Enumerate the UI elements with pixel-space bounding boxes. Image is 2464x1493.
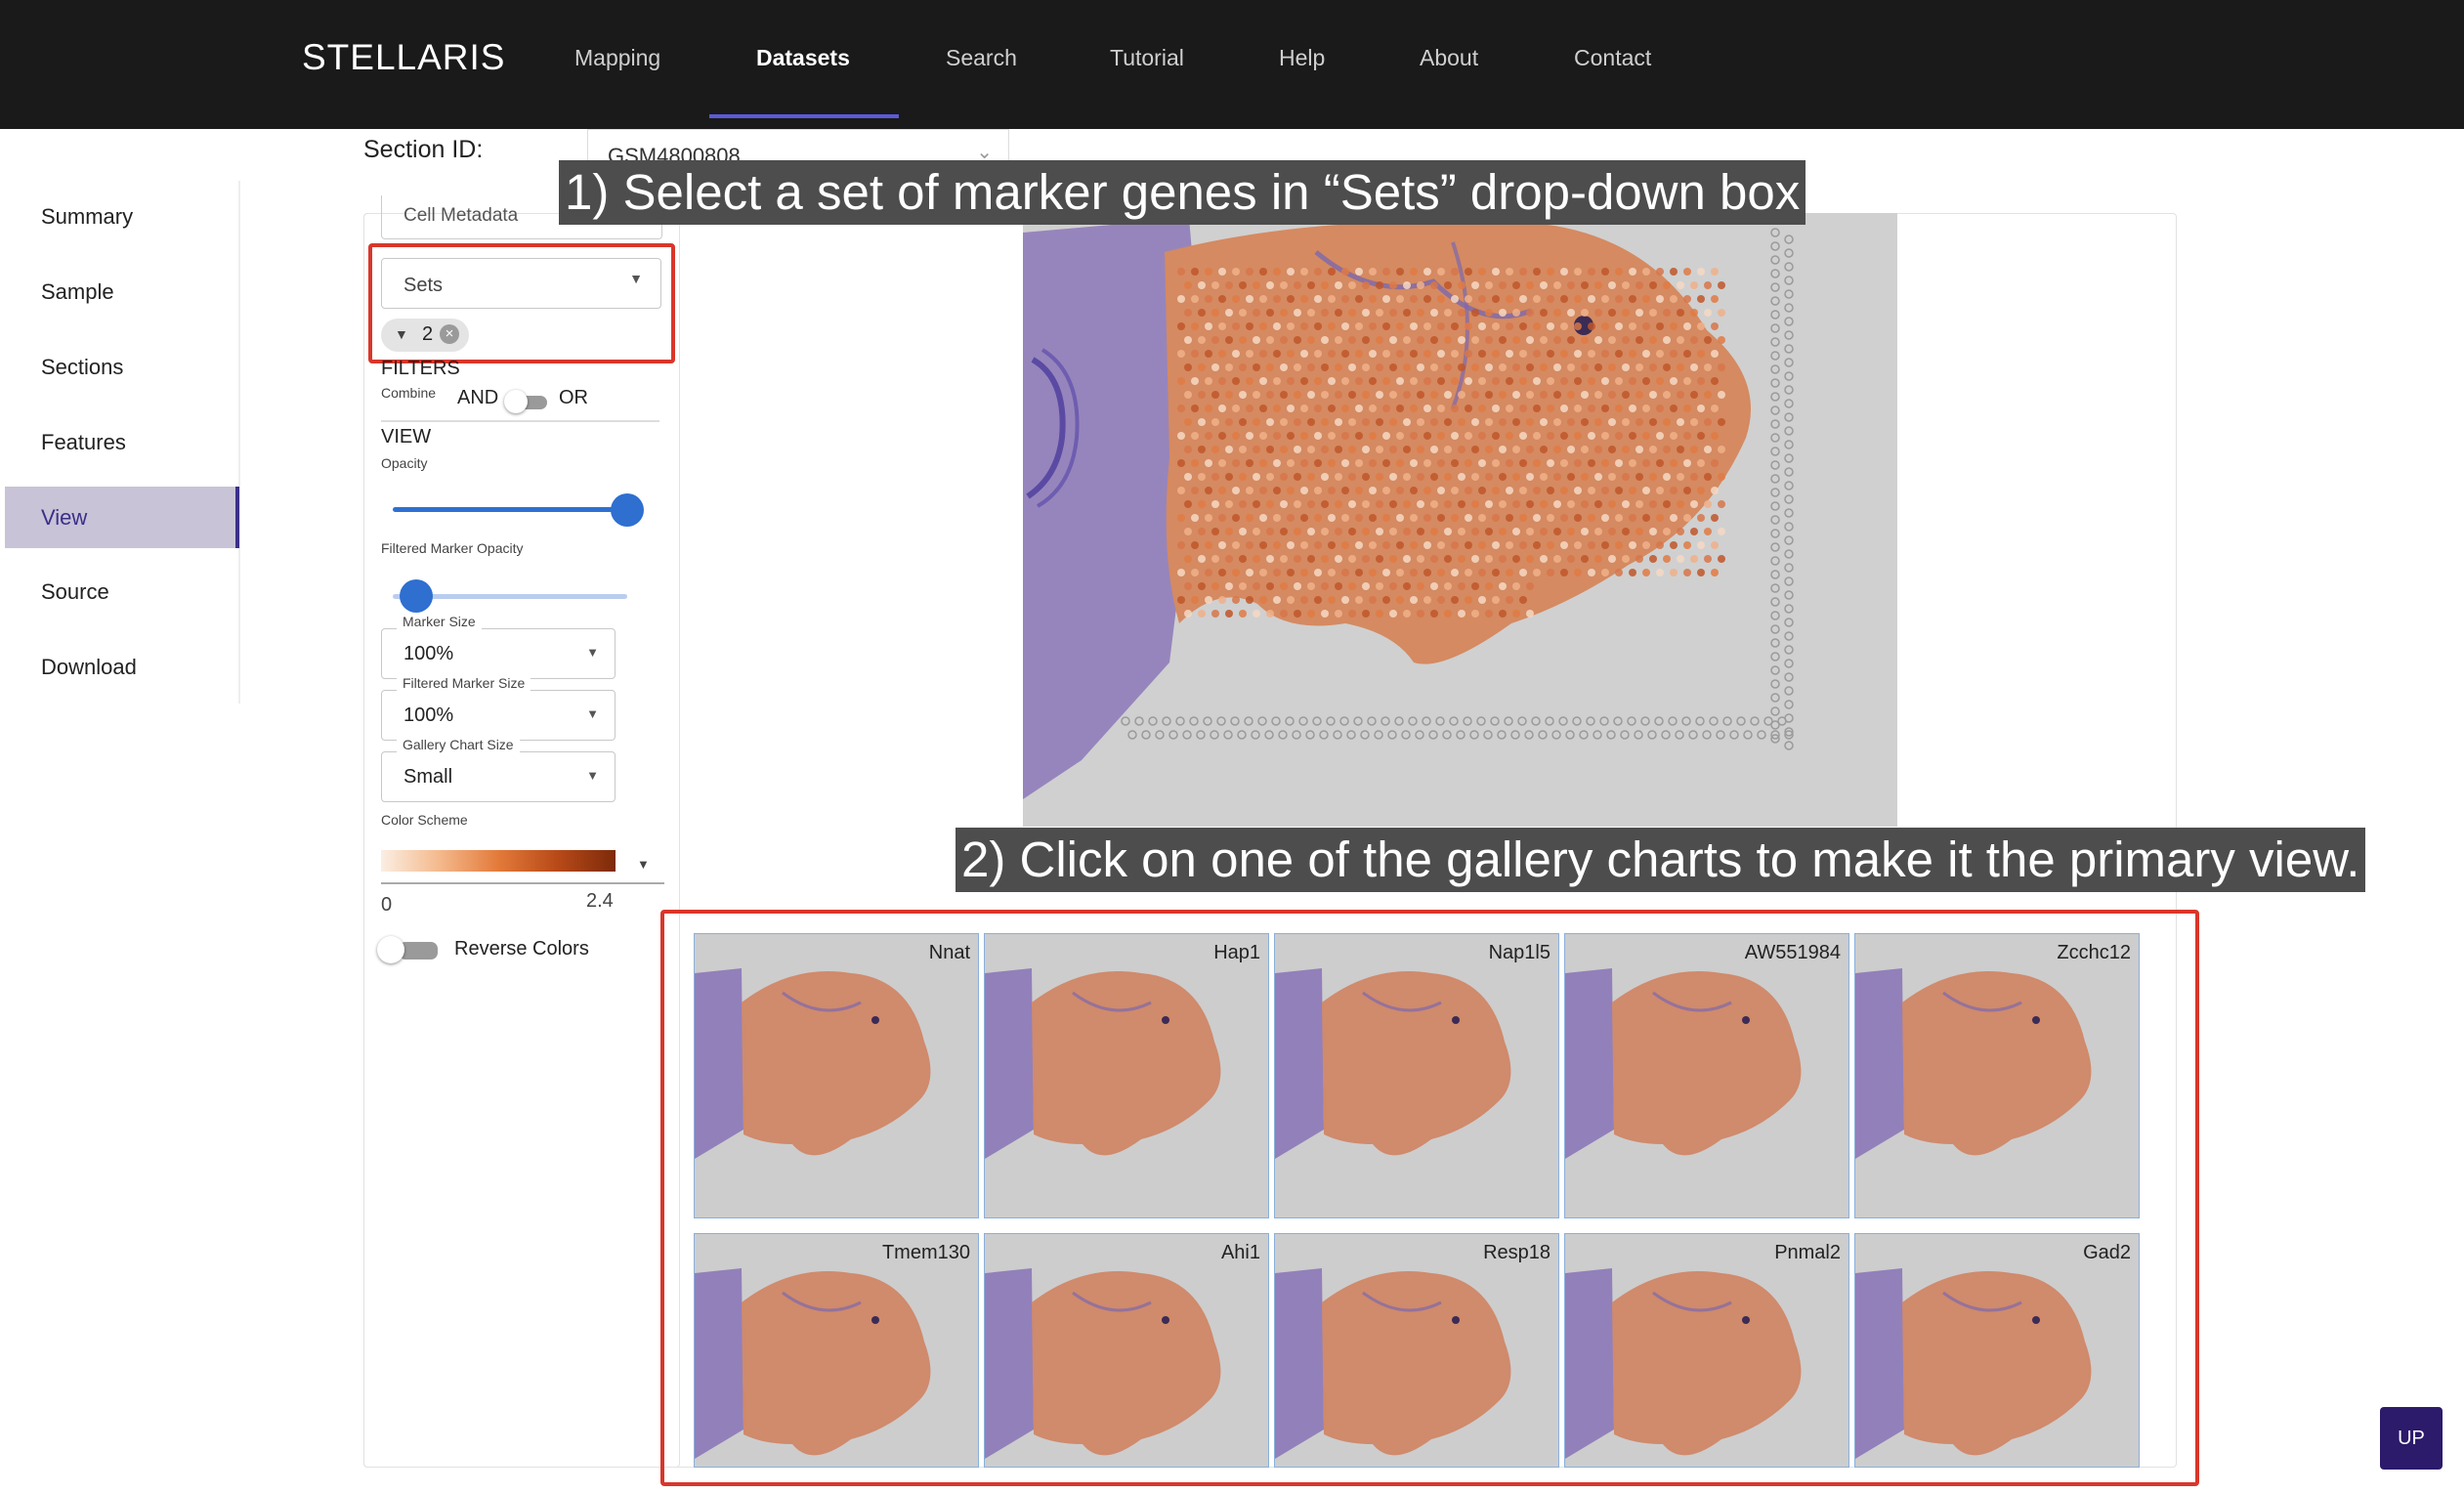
- cell-metadata-label: Cell Metadata: [404, 205, 519, 226]
- gallery-chart-gad2[interactable]: Gad2: [1854, 1233, 2140, 1468]
- nav-tutorial[interactable]: Tutorial: [1110, 45, 1184, 71]
- reverse-colors-toggle-knob[interactable]: [377, 936, 404, 963]
- gallery-tissue-thumbnail: [1275, 934, 1558, 1217]
- gallery-chart-zcchc12[interactable]: Zcchc12: [1854, 933, 2140, 1218]
- gallery-chart-title: AW551984: [1744, 942, 1841, 963]
- gallery-tissue-thumbnail: [985, 1234, 1268, 1467]
- gallery-chart-ahi1[interactable]: Ahi1: [984, 1233, 1269, 1468]
- sidebar: Summary Sample Sections Features View So…: [0, 181, 240, 704]
- gallery-chart-size-value: Small: [404, 766, 453, 788]
- sidebar-item-sections[interactable]: Sections: [41, 355, 123, 380]
- gallery-chart-nnat[interactable]: Nnat: [694, 933, 979, 1218]
- gallery-tissue-thumbnail: [1565, 934, 1848, 1217]
- sidebar-item-summary[interactable]: Summary: [41, 204, 133, 230]
- gallery-chart-title: Gad2: [2083, 1242, 2131, 1263]
- sidebar-item-source[interactable]: Source: [41, 579, 109, 605]
- gallery-chart-title: Nnat: [928, 942, 970, 963]
- gallery-tissue-thumbnail: [1855, 934, 2139, 1217]
- combine-label: Combine: [381, 385, 437, 401]
- filtered-marker-opacity-label: Filtered Marker Opacity: [381, 540, 524, 556]
- filters-divider: [381, 420, 659, 422]
- sidebar-active-highlight: [5, 487, 239, 548]
- brand-logo[interactable]: STELLARIS: [302, 37, 505, 78]
- annotation-highlight-sets: [368, 243, 675, 363]
- nav-active-indicator: [709, 114, 899, 118]
- nav-help[interactable]: Help: [1279, 45, 1325, 71]
- gallery-chart-title: Pnmal2: [1774, 1242, 1841, 1263]
- color-scheme-max: 2.4: [586, 890, 614, 912]
- tissue-spot-plot: [1023, 213, 1897, 827]
- gallery-tissue-thumbnail: [1565, 1234, 1848, 1467]
- primary-tissue-view[interactable]: [1023, 213, 1897, 827]
- top-navbar: STELLARIS Mapping Datasets Search Tutori…: [0, 0, 2464, 129]
- or-label: OR: [559, 387, 588, 408]
- filtered-marker-size-value: 100%: [404, 704, 454, 726]
- opacity-slider-track[interactable]: [393, 507, 627, 512]
- sidebar-item-features[interactable]: Features: [41, 430, 126, 455]
- gallery-chart-tmem130[interactable]: Tmem130: [694, 1233, 979, 1468]
- color-scheme-dropdown-icon[interactable]: ▼: [637, 857, 650, 872]
- gallery-chart-nap1l5[interactable]: Nap1l5: [1274, 933, 1559, 1218]
- sidebar-item-sample[interactable]: Sample: [41, 279, 114, 305]
- nav-mapping[interactable]: Mapping: [574, 45, 660, 71]
- color-scheme-label: Color Scheme: [381, 812, 468, 828]
- view-heading: VIEW: [381, 426, 432, 448]
- reverse-colors-toggle-track[interactable]: [399, 942, 438, 960]
- gallery-chart-title: Ahi1: [1220, 1242, 1260, 1263]
- color-scheme-gradient[interactable]: [381, 850, 616, 872]
- sidebar-item-download[interactable]: Download: [41, 655, 137, 680]
- annotation-step1: 1) Select a set of marker genes in “Sets…: [559, 160, 1806, 225]
- gallery-chart-size-select[interactable]: Small ▼: [381, 751, 616, 802]
- gallery-tissue-thumbnail: [1855, 1234, 2139, 1467]
- dropdown-arrow-icon: ▼: [586, 768, 599, 783]
- gallery-chart-aw551984[interactable]: AW551984: [1564, 933, 1849, 1218]
- marker-size-select[interactable]: 100% ▼: [381, 628, 616, 679]
- dropdown-arrow-icon: ▼: [586, 706, 599, 721]
- marker-size-label: Marker Size: [397, 614, 482, 629]
- sidebar-item-view[interactable]: View: [41, 505, 87, 531]
- filtered-marker-size-label: Filtered Marker Size: [397, 675, 531, 691]
- color-scheme-min: 0: [381, 894, 393, 916]
- gallery-chart-title: Resp18: [1483, 1242, 1551, 1263]
- combine-toggle-knob[interactable]: [504, 390, 528, 413]
- opacity-label: Opacity: [381, 455, 428, 471]
- color-scheme-axis: [381, 882, 664, 884]
- nav-datasets[interactable]: Datasets: [756, 45, 850, 71]
- filtered-opacity-slider-thumb[interactable]: [400, 579, 433, 613]
- and-label: AND: [457, 387, 499, 408]
- gallery-tissue-thumbnail: [1275, 1234, 1558, 1467]
- gallery-chart-resp18[interactable]: Resp18: [1274, 1233, 1559, 1468]
- opacity-slider-thumb[interactable]: [611, 493, 644, 527]
- gallery-tissue-thumbnail: [695, 1234, 978, 1467]
- gallery-chart-title: Zcchc12: [2057, 942, 2131, 963]
- nav-contact[interactable]: Contact: [1574, 45, 1651, 71]
- scroll-up-button[interactable]: UP: [2380, 1407, 2443, 1470]
- gallery-chart-title: Nap1l5: [1488, 942, 1551, 963]
- gallery-chart-title: Tmem130: [881, 1242, 970, 1263]
- gallery-chart-size-label: Gallery Chart Size: [397, 737, 520, 752]
- gallery-chart-hap1[interactable]: Hap1: [984, 933, 1269, 1218]
- gallery-tissue-thumbnail: [695, 934, 978, 1217]
- annotation-step2: 2) Click on one of the gallery charts to…: [956, 828, 2366, 892]
- reverse-colors-label: Reverse Colors: [454, 938, 589, 960]
- gallery-tissue-thumbnail: [985, 934, 1268, 1217]
- filtered-marker-size-select[interactable]: 100% ▼: [381, 690, 616, 741]
- filters-heading: FILTERS: [381, 358, 460, 379]
- marker-size-value: 100%: [404, 643, 454, 664]
- nav-about[interactable]: About: [1420, 45, 1478, 71]
- dropdown-arrow-icon: ▼: [586, 645, 599, 660]
- gallery-chart-title: Hap1: [1213, 942, 1260, 963]
- section-id-label: Section ID:: [363, 136, 484, 163]
- nav-search[interactable]: Search: [946, 45, 1017, 71]
- gallery-chart-pnmal2[interactable]: Pnmal2: [1564, 1233, 1849, 1468]
